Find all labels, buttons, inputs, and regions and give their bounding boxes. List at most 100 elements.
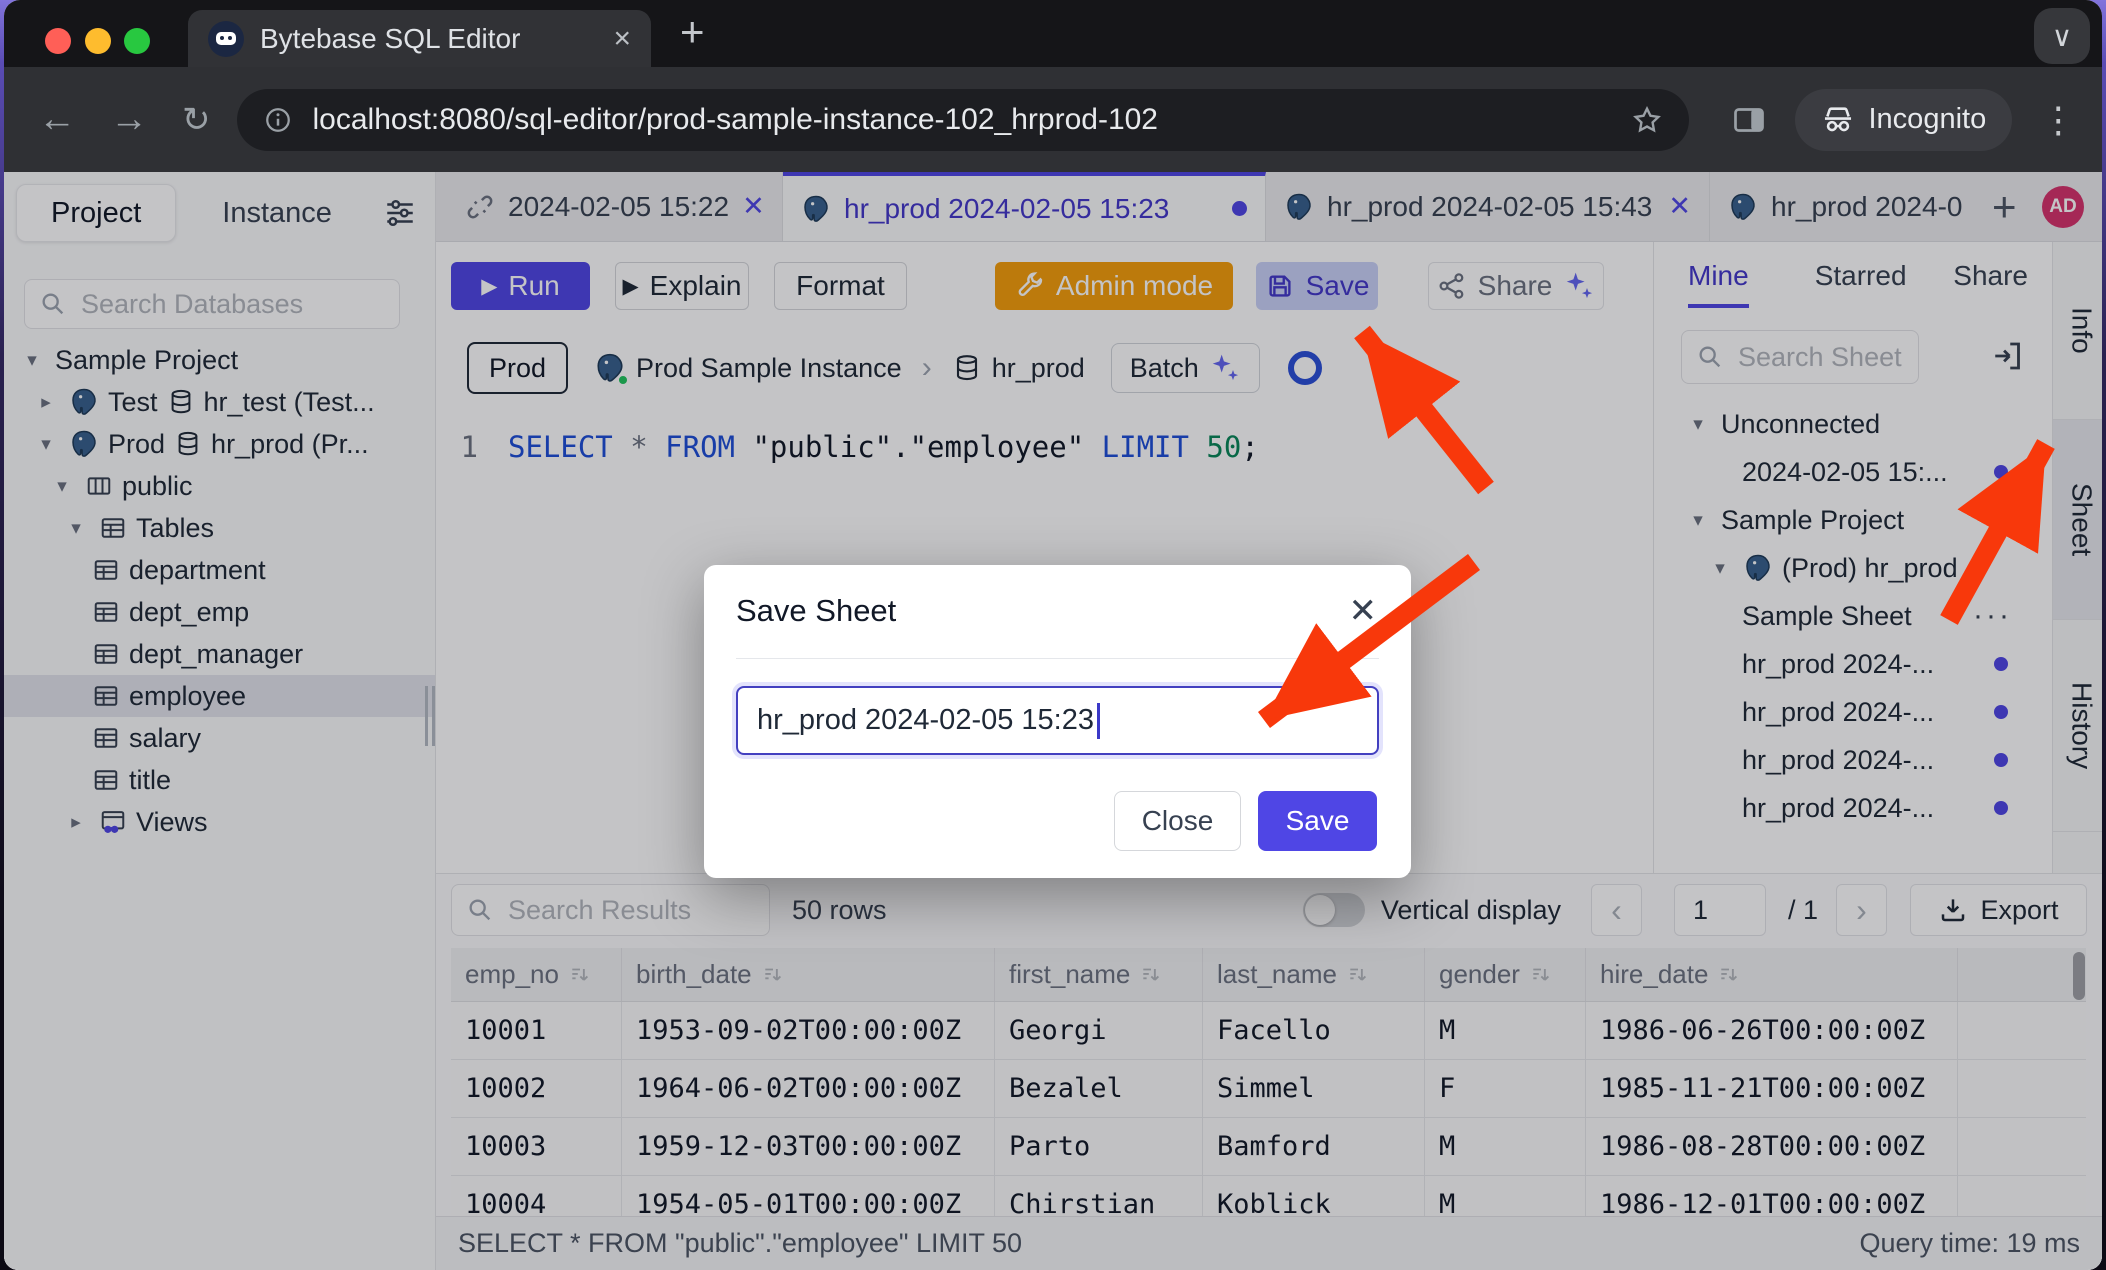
- sidebar-resize-handle[interactable]: [425, 686, 435, 746]
- tab-search-chevron-button[interactable]: ∨: [2034, 8, 2090, 64]
- tab-sheet-active[interactable]: Sheet: [2053, 420, 2102, 620]
- close-tab-icon[interactable]: ✕: [742, 191, 765, 222]
- next-page-button[interactable]: ›: [1836, 884, 1887, 936]
- results-search[interactable]: [451, 884, 770, 936]
- tab-history[interactable]: History: [2053, 620, 2102, 832]
- sort-icon[interactable]: [1140, 964, 1162, 986]
- site-info-icon[interactable]: [263, 105, 293, 135]
- window-zoom-button[interactable]: [124, 28, 150, 54]
- import-sheet-icon[interactable]: [1990, 338, 2026, 374]
- database-search-input[interactable]: [79, 288, 385, 321]
- table-row[interactable]: 10004 1954-05-01T00:00:00Z Chirstian Kob…: [451, 1176, 2086, 1216]
- sheet-search[interactable]: [1681, 330, 1919, 384]
- add-sheet-button[interactable]: +: [1992, 183, 2017, 231]
- tab-instance[interactable]: Instance: [222, 197, 332, 230]
- window-close-button[interactable]: [45, 28, 71, 54]
- table-row[interactable]: 10002 1964-06-02T00:00:00Z Bezalel Simme…: [451, 1060, 2086, 1118]
- scrollbar-thumb[interactable]: [2073, 952, 2085, 1000]
- column-header[interactable]: last_name: [1203, 948, 1425, 1001]
- new-tab-button[interactable]: +: [680, 8, 705, 56]
- tree-item-table-title[interactable]: title: [4, 759, 435, 801]
- sort-icon[interactable]: [569, 964, 591, 986]
- caret-down-icon[interactable]: ▾: [1706, 557, 1734, 580]
- tree-item-schema-public[interactable]: ▾ public: [4, 465, 435, 507]
- share-button[interactable]: Share: [1428, 262, 1604, 310]
- explain-button[interactable]: ▶ Explain: [615, 262, 749, 310]
- sheet-item[interactable]: hr_prod 2024-...: [1654, 640, 2052, 688]
- address-bar[interactable]: localhost:8080/sql-editor/prod-sample-in…: [237, 89, 1689, 151]
- sort-icon[interactable]: [1530, 964, 1552, 986]
- sheet-tab-1[interactable]: 2024-02-05 15:22 ✕: [447, 172, 783, 241]
- tab-mine[interactable]: Mine: [1688, 260, 1749, 308]
- column-header[interactable]: gender: [1425, 948, 1586, 1001]
- column-header[interactable]: hire_date: [1586, 948, 1958, 1001]
- table-scrollbar[interactable]: [2072, 948, 2086, 1216]
- browser-tab-close-icon[interactable]: ×: [613, 22, 631, 56]
- close-tab-icon[interactable]: ✕: [1668, 191, 1691, 222]
- caret-right-icon[interactable]: ▸: [32, 391, 60, 414]
- window-minimize-button[interactable]: [85, 28, 111, 54]
- reload-icon[interactable]: ↻: [182, 100, 211, 140]
- tree-item-table-dept-manager[interactable]: dept_manager: [4, 633, 435, 675]
- column-header[interactable]: birth_date: [622, 948, 995, 1001]
- dialog-save-button[interactable]: Save: [1258, 791, 1377, 851]
- sql-editor-line[interactable]: 1 SELECT * FROM "public"."employee" LIMI…: [436, 430, 1653, 464]
- tab-starred[interactable]: Starred: [1815, 260, 1907, 292]
- browser-menu-icon[interactable]: ⋮: [2040, 99, 2076, 141]
- results-search-input[interactable]: [506, 894, 755, 927]
- format-button[interactable]: Format: [774, 262, 907, 310]
- instance-name[interactable]: Prod Sample Instance: [636, 353, 902, 384]
- caret-down-icon[interactable]: ▾: [18, 349, 46, 372]
- column-header[interactable]: first_name: [995, 948, 1203, 1001]
- sheet-item[interactable]: hr_prod 2024-...: [1654, 784, 2052, 832]
- browser-tab[interactable]: Bytebase SQL Editor ×: [188, 10, 651, 67]
- tree-item-views[interactable]: ▸ Views: [4, 801, 435, 843]
- environment-chip[interactable]: Prod: [467, 342, 568, 394]
- sort-icon[interactable]: [1718, 964, 1740, 986]
- save-button[interactable]: Save: [1256, 262, 1378, 310]
- bookmark-star-icon[interactable]: [1631, 104, 1663, 136]
- column-header[interactable]: emp_no: [451, 948, 622, 1001]
- sheet-tab-3[interactable]: hr_prod 2024-02-05 15:43 ✕: [1266, 172, 1710, 241]
- sheet-group-unconnected[interactable]: ▾ Unconnected: [1654, 400, 2052, 448]
- ai-assistant-icon[interactable]: [1288, 351, 1322, 385]
- sheet-item[interactable]: hr_prod 2024-...: [1654, 688, 2052, 736]
- admin-mode-button[interactable]: Admin mode: [995, 262, 1233, 310]
- page-number-input[interactable]: [1674, 884, 1766, 936]
- tab-info[interactable]: Info: [2053, 242, 2102, 420]
- batch-button[interactable]: Batch: [1111, 343, 1260, 393]
- database-search[interactable]: [24, 279, 400, 329]
- database-name[interactable]: hr_prod: [992, 353, 1085, 384]
- more-menu-icon[interactable]: ···: [1973, 599, 2012, 633]
- tree-item-tables[interactable]: ▾ Tables: [4, 507, 435, 549]
- caret-down-icon[interactable]: ▾: [62, 517, 90, 540]
- sheet-item[interactable]: hr_prod 2024-...: [1654, 736, 2052, 784]
- tree-item-hr-test[interactable]: ▸ Test hr_test (Test...: [4, 381, 435, 423]
- run-button[interactable]: ▶ Run: [451, 262, 590, 310]
- sheet-tab-4[interactable]: hr_prod 2024-0: [1710, 172, 1972, 241]
- sort-icon[interactable]: [762, 964, 784, 986]
- tree-item-table-department[interactable]: department: [4, 549, 435, 591]
- sheet-group-sample-project[interactable]: ▾ Sample Project: [1654, 496, 2052, 544]
- sort-icon[interactable]: [1347, 964, 1369, 986]
- sheet-tab-2-active[interactable]: hr_prod 2024-02-05 15:23: [783, 172, 1266, 241]
- tree-item-project[interactable]: ▾ Sample Project: [4, 339, 435, 381]
- vertical-display-toggle[interactable]: [1303, 893, 1365, 927]
- user-avatar[interactable]: AD: [2042, 186, 2084, 228]
- tab-share[interactable]: Share: [1953, 260, 2028, 292]
- table-row[interactable]: 10001 1953-09-02T00:00:00Z Georgi Facell…: [451, 1002, 2086, 1060]
- caret-down-icon[interactable]: ▾: [1684, 413, 1712, 436]
- tab-project[interactable]: Project: [16, 184, 176, 242]
- filter-icon[interactable]: [383, 196, 417, 230]
- sheet-name-input[interactable]: hr_prod 2024-02-05 15:23: [736, 686, 1379, 755]
- dialog-close-button[interactable]: Close: [1114, 791, 1241, 851]
- table-row[interactable]: 10003 1959-12-03T00:00:00Z Parto Bamford…: [451, 1118, 2086, 1176]
- export-button[interactable]: Export: [1910, 884, 2087, 936]
- side-panel-icon[interactable]: [1731, 102, 1767, 138]
- tree-item-table-salary[interactable]: salary: [4, 717, 435, 759]
- tree-item-hr-prod[interactable]: ▾ Prod hr_prod (Pr...: [4, 423, 435, 465]
- sheet-item[interactable]: 2024-02-05 15:...: [1654, 448, 2052, 496]
- sheet-search-input[interactable]: [1736, 341, 1904, 374]
- caret-down-icon[interactable]: ▾: [1684, 509, 1712, 532]
- forward-icon[interactable]: →: [110, 98, 148, 141]
